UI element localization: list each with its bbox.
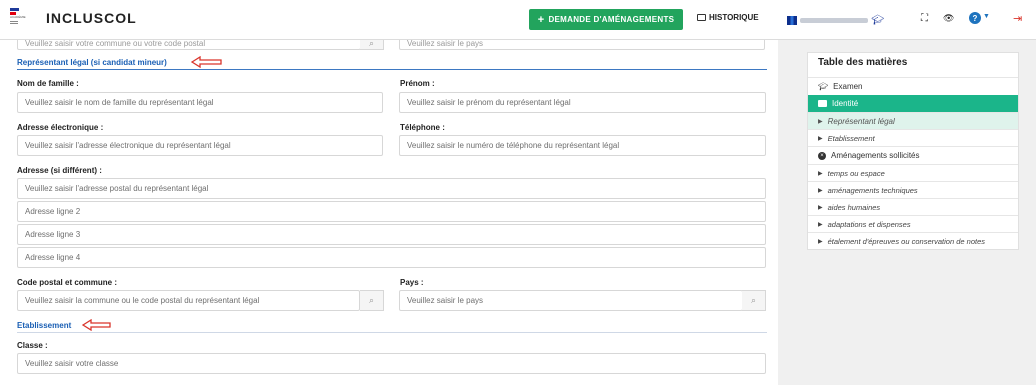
nom-input[interactable]: Veuillez saisir le nom de famille du rep…: [17, 92, 383, 113]
demande-label: DEMANDE D'AMÉNAGEMENTS: [548, 15, 675, 24]
search-icon[interactable]: ⌕: [360, 40, 384, 50]
close-circle-icon: ×: [818, 151, 826, 160]
demande-amenagements-button[interactable]: + DEMANDE D'AMÉNAGEMENTS: [529, 9, 683, 30]
toc-item-label: Examen: [833, 82, 863, 91]
section-title-representant: Représentant légal (si candidat mineur): [17, 58, 167, 67]
search-icon[interactable]: ⌕: [742, 290, 766, 311]
section-title-etablissement: Etablissement: [17, 321, 72, 330]
caret-right-icon: ▶: [818, 221, 823, 228]
toc-title: Table des matières: [818, 57, 908, 68]
toc-item-label: adaptations et dispenses: [827, 219, 911, 229]
toc-item-label: temps ou espace: [827, 168, 885, 178]
adresse-input-2[interactable]: Adresse ligne 2: [17, 201, 766, 222]
top-header: ACADÉMIE INCLUSCOL + DEMANDE D'AMÉNAGEME…: [0, 0, 1036, 40]
caret-right-icon: ▶: [818, 170, 823, 177]
toc-item-aides-humaines[interactable]: ▶ aides humaines: [808, 198, 1018, 215]
toc-item-label: aides humaines: [827, 202, 881, 212]
commune-input-clipped[interactable]: Veuillez saisir votre commune ou votre c…: [17, 40, 361, 50]
user-name-redacted: [800, 18, 869, 23]
historique-button[interactable]: HISTORIQUE: [697, 13, 759, 22]
adresse-input-3[interactable]: Adresse ligne 3: [17, 224, 766, 245]
cp-commune-label: Code postal et commune :: [17, 278, 118, 287]
arrow-left-icon: [82, 319, 111, 331]
pays-input-clipped[interactable]: Veuillez saisir le pays: [399, 40, 765, 50]
chevron-down-icon[interactable]: ▼: [983, 13, 990, 20]
app-title[interactable]: INCLUSCOL: [46, 10, 137, 26]
graduation-cap-icon: 🎓︎: [818, 82, 829, 91]
toc-item-label: aménagements techniques: [827, 185, 918, 195]
prenom-input[interactable]: Veuillez saisir le prénom du représentan…: [399, 92, 766, 113]
toc-item-label: Etablissement: [827, 133, 875, 143]
email-input[interactable]: Veuillez saisir l'adresse électronique d…: [17, 135, 383, 156]
expand-icon[interactable]: ⛶: [921, 13, 928, 24]
toc-item-temps-espace[interactable]: ▶ temps ou espace: [808, 164, 1018, 181]
toc-item-amenagements-techniques[interactable]: ▶ aménagements techniques: [808, 181, 1018, 198]
arrow-left-icon: [191, 56, 222, 68]
toc-item-label: Aménagements sollicités: [831, 151, 920, 160]
logo-text: ACADÉMIE: [10, 15, 26, 19]
user-menu[interactable]: 🎓︎: [787, 13, 884, 27]
toc-item-representant[interactable]: ▶ Représentant légal: [808, 112, 1018, 129]
toc-item-label: Représentant légal: [827, 116, 895, 126]
toc-item-adaptations-dispenses[interactable]: ▶ adaptations et dispenses: [808, 215, 1018, 232]
eye-icon[interactable]: 👁: [943, 13, 954, 24]
logout-icon[interactable]: ⇥: [1013, 12, 1022, 25]
logo-line: [10, 21, 18, 22]
classe-label: Classe :: [17, 341, 48, 350]
toc-item-etablissement[interactable]: ▶ Etablissement: [808, 129, 1018, 146]
telephone-label: Téléphone :: [400, 123, 445, 132]
section-divider: [17, 69, 767, 70]
id-card-icon: [818, 100, 827, 107]
adresse-input-4[interactable]: Adresse ligne 4: [17, 247, 766, 268]
pays-input[interactable]: Veuillez saisir le pays: [399, 290, 743, 311]
help-icon[interactable]: ?: [969, 12, 981, 24]
adresse-label: Adresse (si différent) :: [17, 166, 102, 175]
toc-item-examen[interactable]: 🎓︎ Examen: [808, 77, 1018, 95]
caret-right-icon: ▶: [818, 118, 823, 125]
email-label: Adresse électronique :: [17, 123, 104, 132]
adresse-input-1[interactable]: Veuillez saisir l'adresse postal du repr…: [17, 178, 766, 199]
caret-right-icon: ▶: [818, 135, 823, 142]
section-divider: [17, 332, 767, 333]
pays-label: Pays :: [400, 278, 424, 287]
search-icon[interactable]: ⌕: [360, 290, 384, 311]
folder-icon: [697, 14, 706, 21]
classe-input[interactable]: Veuillez saisir votre classe: [17, 353, 766, 374]
caret-right-icon: ▶: [818, 187, 823, 194]
toc-item-label: étalement d'épreuves ou conservation de …: [827, 236, 985, 246]
caret-right-icon: ▶: [818, 238, 823, 245]
nom-label: Nom de famille :: [17, 79, 79, 88]
form-panel: Veuillez saisir votre commune ou votre c…: [0, 40, 778, 385]
logo-line: [10, 23, 18, 24]
cp-commune-input[interactable]: Veuillez saisir la commune ou le code po…: [17, 290, 360, 311]
academie-logo[interactable]: ACADÉMIE: [10, 8, 32, 34]
plus-icon: +: [537, 13, 545, 26]
toc-item-label: Identité: [832, 99, 859, 108]
graduation-cap-icon: 🎓︎: [871, 14, 884, 26]
telephone-input[interactable]: Veuillez saisir le numéro de téléphone d…: [399, 135, 766, 156]
prenom-label: Prénom :: [400, 79, 435, 88]
toc-item-identite[interactable]: Identité: [808, 95, 1018, 112]
caret-right-icon: ▶: [818, 204, 823, 211]
toc-item-amenagements[interactable]: × Aménagements sollicités: [808, 146, 1018, 164]
toc-item-etalement[interactable]: ▶ étalement d'épreuves ou conservation d…: [808, 232, 1018, 249]
historique-label: HISTORIQUE: [709, 13, 759, 22]
user-flag-icon: [787, 15, 797, 25]
table-of-contents: Table des matières 🎓︎ Examen Identité ▶ …: [807, 52, 1019, 250]
logo-flag-blue: [10, 8, 19, 11]
